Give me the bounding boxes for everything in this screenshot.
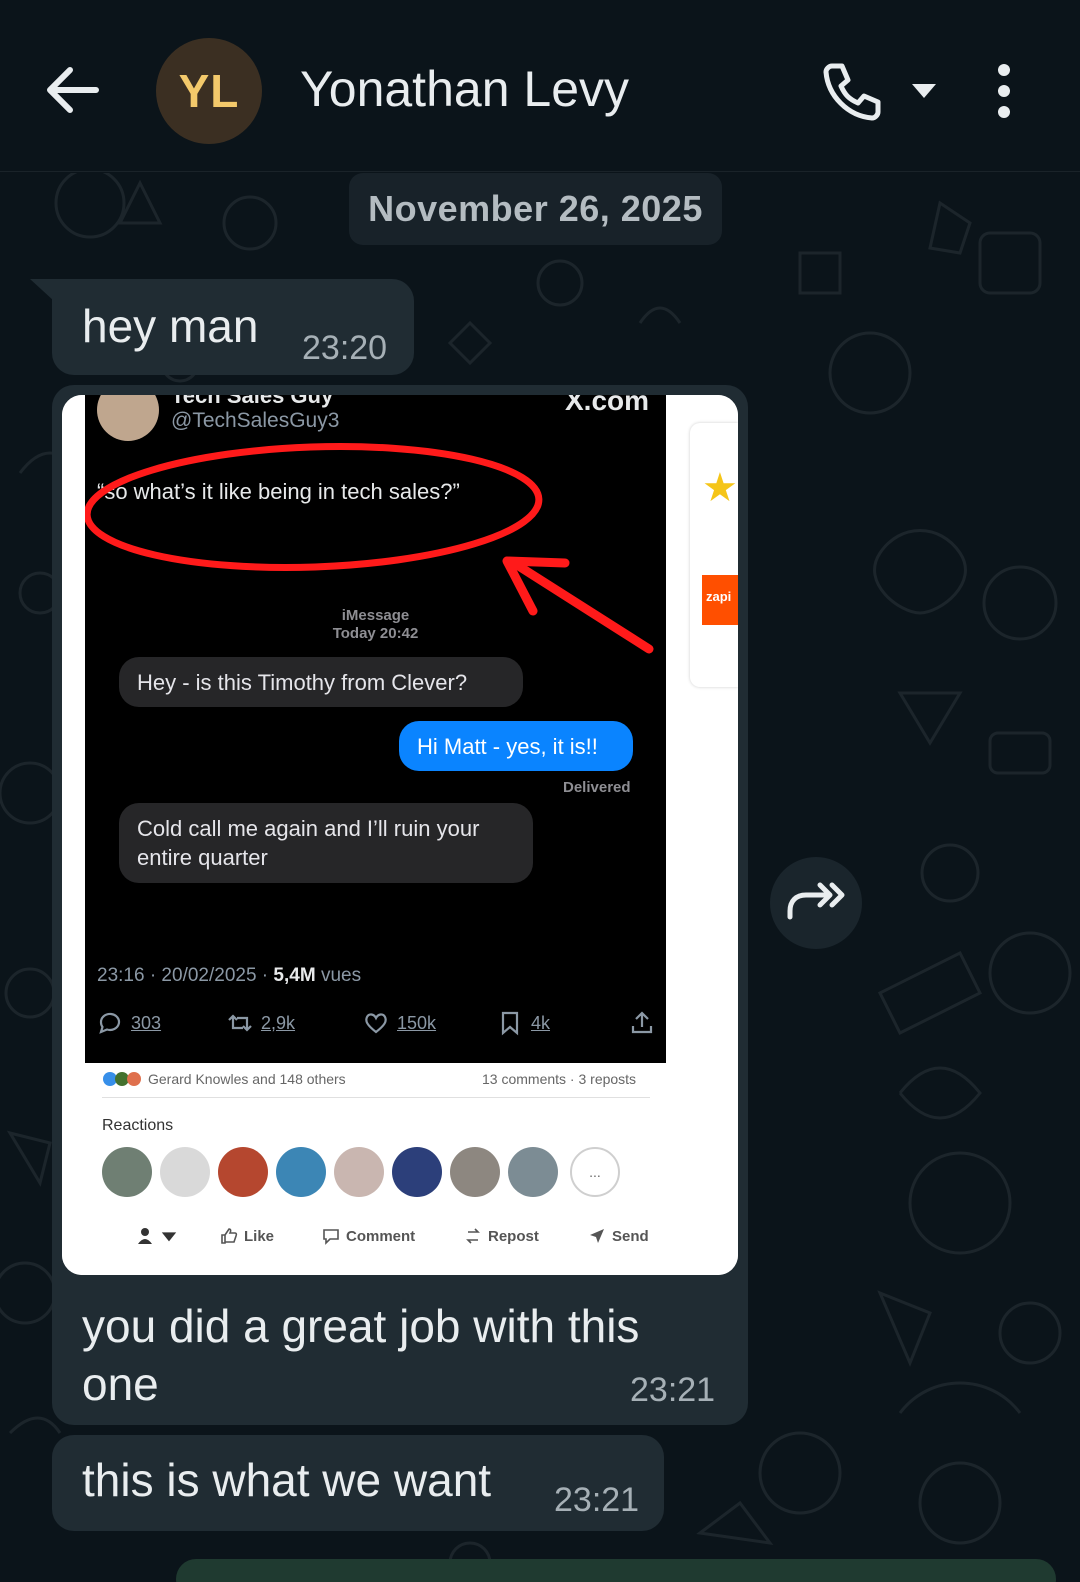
contact-name[interactable]: Yonathan Levy [300, 60, 629, 118]
linkedin-comment: Comment [322, 1221, 415, 1251]
linkedin-reactors: Gerard Knowles and 148 others [102, 1071, 346, 1087]
avatar [334, 1147, 384, 1197]
tweet-screenshot: Tech Sales Guy @TechSalesGuy3 X.com “so … [85, 395, 666, 1063]
avatar [160, 1147, 210, 1197]
avatar [450, 1147, 500, 1197]
thumbs-up-icon [221, 1228, 238, 1244]
avatar [508, 1147, 558, 1197]
imessage-label: iMessage [341, 607, 410, 624]
message-text: you did a great job with this one [82, 1300, 640, 1410]
tweet-reposts: 2,9k [227, 1007, 295, 1039]
image-attachment[interactable]: Tech Sales Guy @TechSalesGuy3 X.com “so … [62, 395, 738, 1275]
linkedin-action-bar: Like Comment Repost Send [102, 1221, 662, 1251]
back-arrow-icon[interactable] [40, 58, 104, 122]
comment-icon [323, 1229, 339, 1245]
forward-button[interactable] [770, 857, 862, 949]
bookmark-icon [501, 1011, 519, 1036]
bubble-tail [30, 279, 54, 301]
imessage-sent: Hi Matt - yes, it is!! [399, 721, 633, 771]
comment-label: Comment [346, 1227, 416, 1245]
message-text: this is what we want [82, 1454, 492, 1506]
message-time: 23:21 [554, 1481, 640, 1519]
star-icon: ★ [702, 466, 738, 510]
profile-selector [136, 1221, 178, 1251]
repost-icon [228, 1014, 252, 1032]
send-label: Send [612, 1227, 649, 1245]
linkedin-repost: Repost [464, 1221, 539, 1251]
message-bubble-image[interactable]: Tech Sales Guy @TechSalesGuy3 X.com “so … [52, 385, 748, 1425]
more-vert-icon[interactable] [982, 58, 1026, 124]
screenshot-image: Tech Sales Guy @TechSalesGuy3 X.com “so … [62, 395, 738, 1275]
tweet-likes: 150k [363, 1007, 436, 1039]
reaction-icons [103, 1072, 141, 1086]
imessage-received-1: Hey - is this Timothy from Clever? [119, 657, 523, 707]
message-bubble[interactable]: this is what we want 23:21 [52, 1435, 664, 1531]
reactions-label: Reactions [102, 1117, 174, 1134]
send-icon [590, 1229, 604, 1243]
chat-header: YL Yonathan Levy [0, 0, 1080, 172]
heart-icon [365, 1013, 387, 1034]
tweet-site: X.com [565, 395, 650, 416]
zapier-logo: zapi [702, 575, 738, 625]
message-bubble[interactable]: hey man 23:20 [30, 279, 414, 375]
tweet-meta: 23:16 · 20/02/2025 · 5,4M vues [97, 965, 361, 987]
contact-avatar[interactable]: YL [156, 38, 262, 144]
repost-icon [466, 1228, 480, 1244]
tweet-actions: 303 2,9k 150k 4k [97, 1007, 657, 1039]
tweet-views: 5,4M [273, 965, 316, 986]
linkedin-like: Like [220, 1221, 274, 1251]
tweet-bookmarks: 4k [497, 1007, 550, 1039]
person-icon [138, 1228, 152, 1244]
imessage-received-2: Cold call me again and I’ll ruin your en… [119, 803, 533, 883]
imessage-time: Today 20:42 [332, 625, 419, 642]
avatar [218, 1147, 268, 1197]
tweet-date: 23:16 · 20/02/2025 · [97, 965, 274, 986]
share-icon [631, 1011, 653, 1034]
composer-bar[interactable] [176, 1559, 1056, 1582]
message-time: 23:20 [302, 329, 388, 367]
tweet-replies: 303 [97, 1007, 161, 1039]
tweet-views-label: vues [315, 965, 362, 986]
avatar [276, 1147, 326, 1197]
tweet-author: Tech Sales Guy [171, 395, 334, 408]
date-chip: November 26, 2025 [349, 173, 722, 245]
bookmark-count: 4k [531, 1012, 551, 1033]
repost-count: 2,9k [261, 1012, 296, 1033]
like-count: 150k [397, 1012, 437, 1033]
avatar [102, 1147, 152, 1197]
repost-label: Repost [488, 1227, 539, 1245]
side-card [690, 423, 738, 687]
more-reactions: ... [570, 1147, 620, 1197]
tweet-share [629, 1007, 655, 1039]
reactors-text: Gerard Knowles and 148 others [148, 1071, 346, 1087]
linkedin-send: Send [588, 1221, 649, 1251]
like-label: Like [244, 1227, 275, 1245]
message-text: hey man [82, 300, 259, 352]
linkedin-stats: 13 comments · 3 reposts [482, 1071, 637, 1087]
caret-down-icon [161, 1232, 177, 1242]
phone-icon[interactable] [818, 58, 884, 124]
avatar [392, 1147, 442, 1197]
imessage-delivered: Delivered [563, 779, 631, 796]
comment-icon [99, 1012, 121, 1034]
chat-area[interactable]: November 26, 2025 hey man 23:20 Tech Sal… [0, 173, 1080, 1582]
reply-count: 303 [131, 1012, 162, 1033]
message-time: 23:21 [630, 1371, 716, 1409]
caret-down-icon[interactable] [906, 76, 942, 106]
divider [102, 1097, 650, 1098]
forward-icon [787, 882, 845, 920]
